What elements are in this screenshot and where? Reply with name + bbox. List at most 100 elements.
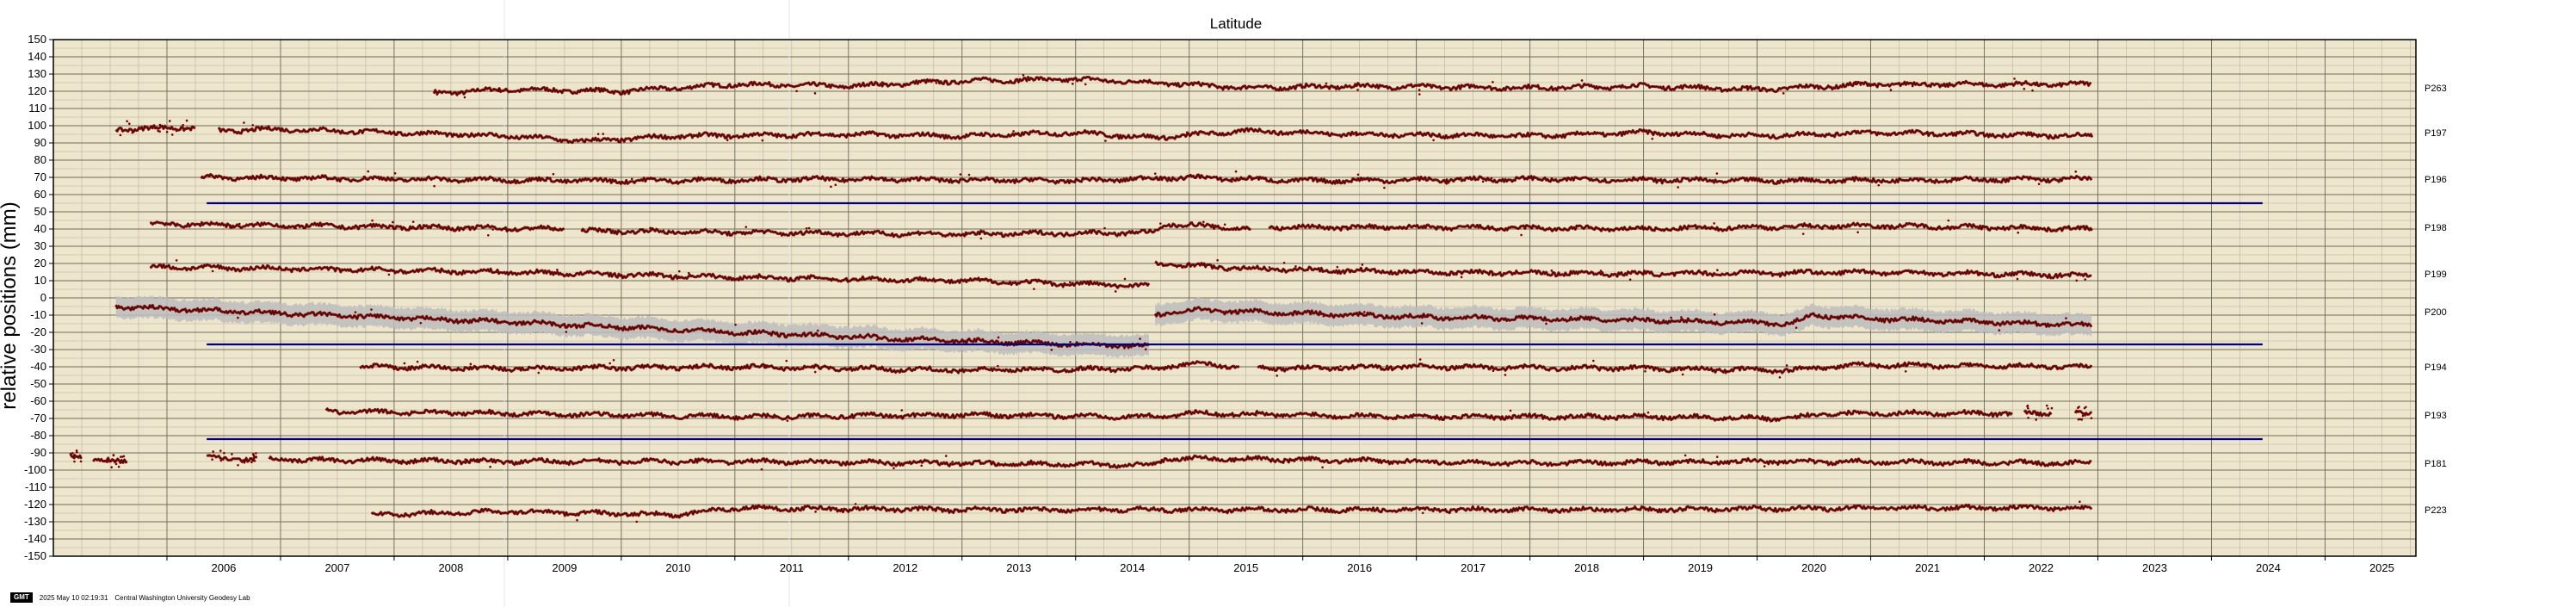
x-tick-label: 2008 — [438, 561, 463, 574]
y-tick-label: 20 — [34, 257, 46, 269]
outlier-point — [510, 180, 513, 183]
outlier-point — [1859, 84, 1863, 86]
outlier-point — [2035, 413, 2038, 417]
outlier-point — [370, 308, 373, 311]
x-tick-label: 2012 — [893, 561, 917, 574]
timestamp: 2025 May 10 02:19:31 — [39, 593, 108, 602]
outlier-point — [182, 123, 184, 127]
outlier-point — [695, 366, 697, 369]
outlier-point — [186, 127, 188, 129]
outlier-point — [1094, 177, 1096, 181]
outlier-point — [1114, 290, 1117, 293]
outlier-point — [158, 123, 162, 127]
outlier-point — [243, 121, 245, 124]
outlier-point — [760, 468, 763, 471]
outlier-point — [1318, 367, 1321, 370]
outlier-point — [1782, 92, 1785, 95]
outlier-point — [294, 226, 297, 230]
outlier-point — [1282, 262, 1286, 264]
outlier-point — [2045, 404, 2048, 407]
outlier-point — [1795, 326, 1798, 330]
outlier-point — [814, 511, 817, 513]
outlier-point — [1592, 359, 1595, 362]
outlier-point — [795, 90, 798, 93]
legend-label: P194 — [2425, 362, 2447, 373]
outlier-point — [131, 131, 134, 134]
outlier-point — [237, 463, 239, 467]
outlier-point — [251, 124, 255, 127]
outlier-point — [420, 457, 423, 461]
y-tick-label: 100 — [28, 119, 46, 132]
outlier-point — [433, 184, 436, 188]
outlier-point — [1856, 231, 1859, 234]
y-tick-label: 60 — [34, 188, 46, 201]
outlier-point — [1139, 338, 1141, 340]
outlier-point — [1321, 466, 1324, 469]
outlier-point — [75, 449, 78, 452]
outlier-point — [211, 458, 213, 461]
outlier-point — [1418, 93, 1421, 96]
outlier-point — [1683, 454, 1687, 457]
outlier-point — [630, 177, 633, 181]
outlier-point — [1715, 172, 1719, 175]
outlier-point — [1294, 265, 1297, 268]
outlier-point — [362, 175, 366, 178]
outlier-point — [1009, 416, 1012, 418]
outlier-point — [212, 450, 215, 453]
y-tick-label: -70 — [30, 412, 46, 424]
outlier-point — [1146, 367, 1150, 370]
outlier-point — [354, 311, 357, 313]
outlier-point — [1877, 183, 1881, 187]
outlier-point — [746, 366, 750, 369]
outlier-point — [1854, 80, 1857, 84]
y-axis: 1501401301201101009080706050403020100-10… — [24, 33, 53, 562]
outlier-point — [223, 451, 225, 455]
credit: Central Washington University Geodesy La… — [114, 593, 250, 602]
outlier-point — [2034, 226, 2037, 229]
outlier-point — [965, 233, 968, 236]
outlier-point — [1778, 275, 1782, 278]
outlier-point — [537, 371, 541, 375]
outlier-point — [785, 359, 788, 362]
outlier-point — [602, 133, 605, 135]
outlier-point — [371, 219, 374, 222]
outlier-point — [185, 119, 188, 122]
y-tick-label: -60 — [30, 394, 46, 407]
outlier-point — [961, 415, 964, 418]
outlier-point — [920, 464, 924, 468]
y-tick-label: 140 — [28, 50, 46, 63]
outlier-point — [464, 458, 467, 461]
x-tick-label: 2015 — [1233, 561, 1258, 574]
outlier-point — [126, 120, 128, 123]
outlier-point — [170, 133, 174, 136]
outlier-point — [1329, 179, 1331, 183]
outlier-point — [403, 362, 406, 365]
outlier-point — [1356, 88, 1359, 91]
outlier-point — [900, 409, 904, 412]
outlier-point — [1038, 339, 1041, 343]
outlier-point — [114, 462, 118, 466]
outlier-point — [816, 329, 819, 332]
outlier-point — [2027, 416, 2029, 419]
legend: P263 P197 P196 P198 P199 P200 P194 P193 P181 P223 — [2425, 84, 2447, 516]
y-tick-label: -10 — [30, 308, 46, 321]
outlier-point — [117, 465, 120, 468]
outlier-point — [1911, 84, 1914, 88]
outlier-point — [1715, 455, 1719, 458]
outlier-point — [944, 455, 948, 457]
outlier-point — [534, 319, 537, 322]
outlier-point — [2079, 500, 2081, 504]
x-tick-label: 2013 — [1006, 561, 1031, 574]
y-tick-label: 70 — [34, 170, 46, 183]
outlier-point — [1509, 409, 1512, 412]
outlier-point — [1446, 228, 1449, 231]
outlier-point — [649, 226, 652, 230]
y-tick-label: -90 — [30, 446, 46, 459]
outlier-point — [508, 461, 511, 464]
outlier-point — [1460, 276, 1463, 279]
x-tick-label: 2010 — [665, 561, 690, 574]
outlier-point — [1520, 233, 1523, 237]
x-tick-label: 2011 — [780, 561, 804, 574]
outlier-point — [2050, 406, 2054, 410]
legend-label: P196 — [2425, 175, 2447, 185]
